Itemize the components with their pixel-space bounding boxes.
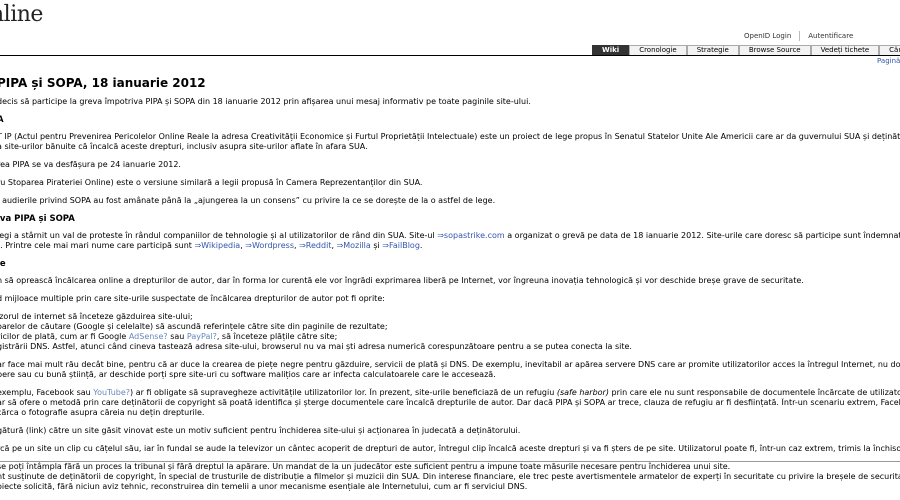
tab-browse-source[interactable]: Browse Source <box>738 45 811 55</box>
paragraph-1a: T IP (Actul pentru Prevenirea Pericolelo… <box>0 132 900 141</box>
section-heading-c: le <box>0 259 6 269</box>
mozilla-link[interactable]: ⇒Mozilla <box>337 241 371 250</box>
section-heading-b: iva PIPA și SOPA <box>0 214 75 224</box>
failblog-link[interactable]: ⇒FailBlog <box>382 241 420 250</box>
paragraph-1b: a site-urilor bănuite că încalcă aceste … <box>0 142 368 151</box>
page-index-link[interactable]: Pagină <box>877 57 900 65</box>
tab-roadmap[interactable]: Strategie <box>686 45 739 55</box>
paragraph-9a: exemplu, Facebook sau YouTube?) ar fi ob… <box>0 388 900 397</box>
paypal-link[interactable]: PayPal? <box>187 332 217 341</box>
openid-login-link[interactable]: OpenID Login <box>744 31 791 41</box>
youtube-link[interactable]: YouTube? <box>93 388 130 397</box>
tab-search[interactable]: Cău <box>879 45 900 55</box>
login-link[interactable]: Autentificare <box>808 31 853 41</box>
paragraph-7: d mijloace multiple prin care site-urile… <box>0 294 385 303</box>
intro-paragraph: decis să participe la greva împotriva PI… <box>0 97 531 106</box>
page-title: PIPA și SOPA, 18 ianuarie 2012 <box>0 76 206 90</box>
meta-nav: OpenID Login Autentificare <box>744 31 853 41</box>
wiki-content: PIPA și SOPA, 18 ianuarie 2012 decis să … <box>0 76 900 480</box>
paragraph-8b: pere sau cu bună știință, ar deschide po… <box>0 370 496 379</box>
wordpress-link[interactable]: ⇒Wordpress <box>245 241 294 250</box>
measures-list: izorul de internet să înceteze găzduirea… <box>0 312 900 352</box>
footer-paragraph-2: oiecte solicită, fără niciun aviz tehnic… <box>0 482 528 491</box>
main-nav: Wiki Cronologie Strategie Browse Source … <box>592 45 900 55</box>
tab-timeline[interactable]: Cronologie <box>629 45 687 55</box>
paragraph-5a: legi a stârnit un val de proteste în rân… <box>0 231 900 240</box>
paragraph-3: ru Stoparea Pirateriei Online) este o ve… <box>0 178 423 187</box>
reddit-link[interactable]: ⇒Reddit <box>299 241 331 250</box>
paragraph-10: gătură (link) către un site găsit vinova… <box>0 426 521 435</box>
site-logo[interactable]: nline <box>0 2 43 27</box>
list-item: ricilor de plată, cum ar fi Google AdSen… <box>0 332 338 341</box>
meta-divider <box>799 31 801 41</box>
tab-wiki[interactable]: Wiki <box>592 45 630 55</box>
adsense-link[interactable]: AdSense? <box>129 332 168 341</box>
paragraph-9c: cărca o fotografie asupra căreia nu deți… <box>0 408 205 417</box>
footer-paragraph-1: nt susținute de deținătorii de copyright… <box>0 472 900 481</box>
paragraph-4: , audierile privind SOPA au fost amânate… <box>0 196 496 205</box>
paragraph-11: rcă pe un site un clip cu cățelul său, i… <box>0 444 900 453</box>
list-item: gistrării DNS. Astfel, atunci când cinev… <box>0 342 632 351</box>
section-heading-a: A <box>0 115 4 125</box>
list-item: izorul de internet să înceteze găzduirea… <box>0 312 193 321</box>
sopastrike-link[interactable]: ⇒sopastrike.com <box>437 231 504 240</box>
wikipedia-link[interactable]: ⇒Wikipedia <box>194 241 240 250</box>
paragraph-2: rea PIPA se va desfășura pe 24 ianuarie … <box>0 160 181 169</box>
paragraph-5b: t. Printre cele mai mari nume care parti… <box>0 241 423 250</box>
list-item: oarelor de căutare (Google și celelalte)… <box>0 322 388 331</box>
paragraph-9b: ar să ofere o metodă prin care deținător… <box>0 398 900 407</box>
paragraph-8a: ar face mai mult rău decât bine, pentru … <box>0 360 900 369</box>
paragraph-6: n să oprească încălcarea online a dreptu… <box>0 276 804 285</box>
tab-view-tickets[interactable]: Vedeți tichete <box>810 45 880 55</box>
section-divider <box>0 461 900 462</box>
footer-section: nt susținute de deținătorii de copyright… <box>0 461 900 492</box>
